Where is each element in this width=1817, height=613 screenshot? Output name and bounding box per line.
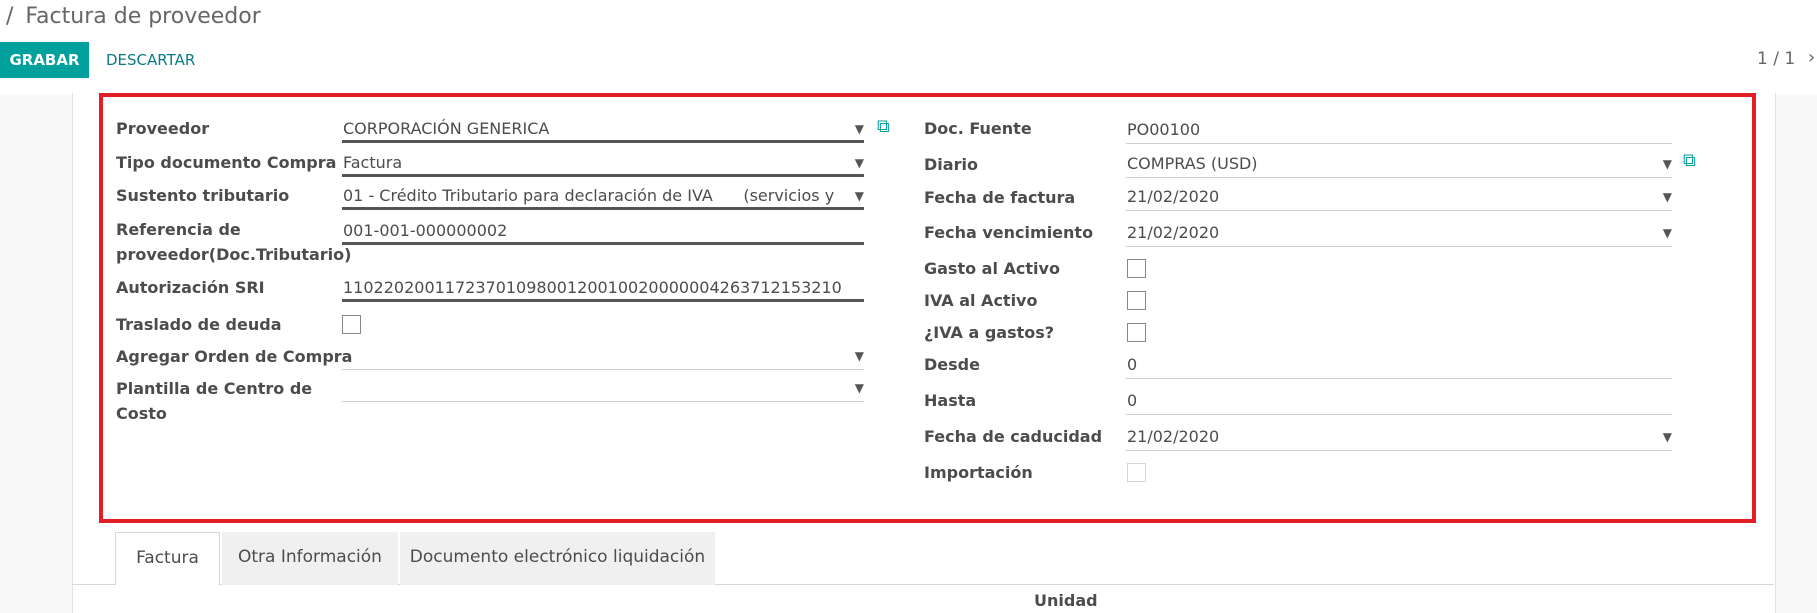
importacion-checkbox bbox=[1127, 463, 1146, 482]
sustento-select[interactable]: 01 - Crédito Tributario para declaración… bbox=[342, 182, 864, 210]
label-fecha-vencimiento: Fecha vencimiento bbox=[924, 223, 1094, 242]
save-button[interactable]: GRABAR bbox=[0, 42, 89, 78]
iva-activo-checkbox[interactable] bbox=[1127, 291, 1146, 310]
plantilla-select[interactable]: ▼ bbox=[342, 374, 864, 402]
label-traslado: Traslado de deuda bbox=[116, 315, 282, 334]
autorizacion-value: 1102202001172370109800120010020000004263… bbox=[343, 278, 842, 297]
proveedor-value: CORPORACIÓN GENERICA bbox=[343, 119, 550, 138]
label-tipo-documento: Tipo documento Compra bbox=[116, 153, 337, 172]
autorizacion-input[interactable]: 1102202001172370109800120010020000004263… bbox=[342, 274, 864, 302]
pager-counter[interactable]: 1 / 1 bbox=[1757, 49, 1795, 69]
sustento-value: 01 - Crédito Tributario para declaración… bbox=[343, 186, 835, 205]
iva-gastos-checkbox[interactable] bbox=[1127, 323, 1146, 342]
label-plantilla-1: Plantilla de Centro de bbox=[116, 379, 313, 398]
tab-factura[interactable]: Factura bbox=[115, 532, 220, 585]
caret-down-icon[interactable]: ▼ bbox=[855, 149, 864, 174]
caret-down-icon[interactable]: ▼ bbox=[1663, 219, 1672, 246]
label-autorizacion: Autorización SRI bbox=[116, 278, 265, 297]
label-importacion: Importación bbox=[924, 463, 1033, 482]
breadcrumb-separator: / bbox=[6, 4, 14, 29]
label-doc-fuente: Doc. Fuente bbox=[924, 119, 1032, 138]
caret-down-icon[interactable]: ▼ bbox=[1663, 150, 1672, 177]
label-sustento: Sustento tributario bbox=[116, 186, 290, 205]
label-referencia-1: Referencia de bbox=[116, 220, 241, 239]
label-proveedor: Proveedor bbox=[116, 119, 210, 138]
referencia-value: 001-001-000000002 bbox=[343, 221, 508, 240]
orden-compra-select[interactable]: ▼ bbox=[342, 342, 864, 370]
diario-select[interactable]: COMPRAS (USD) ▼ bbox=[1126, 150, 1672, 178]
gasto-activo-checkbox[interactable] bbox=[1127, 259, 1146, 278]
tipo-documento-select[interactable]: Factura ▼ bbox=[342, 149, 864, 177]
table-column-header[interactable]: Unidad bbox=[1034, 591, 1098, 610]
caret-down-icon[interactable]: ▼ bbox=[855, 182, 864, 207]
doc-fuente-value: PO00100 bbox=[1127, 120, 1201, 139]
caret-down-icon[interactable]: ▼ bbox=[855, 115, 864, 140]
control-panel: / Factura de proveedor GRABAR DESCARTAR 1… bbox=[0, 0, 1817, 95]
tab-otra-informacion[interactable]: Otra Información bbox=[222, 532, 398, 585]
label-hasta: Hasta bbox=[924, 391, 977, 410]
label-diario: Diario bbox=[924, 155, 978, 174]
label-orden-compra: Agregar Orden de Compra bbox=[116, 347, 353, 366]
label-fecha-factura: Fecha de factura bbox=[924, 188, 1076, 207]
hasta-input[interactable]: 0 bbox=[1126, 387, 1672, 415]
traslado-checkbox[interactable] bbox=[342, 315, 361, 334]
fecha-caducidad-input[interactable]: 21/02/2020 ▼ bbox=[1126, 423, 1672, 451]
page-title: Factura de proveedor bbox=[25, 4, 261, 29]
label-gasto-activo: Gasto al Activo bbox=[924, 259, 1060, 278]
external-link-icon[interactable]: ⧉ bbox=[1683, 150, 1696, 171]
fecha-factura-value: 21/02/2020 bbox=[1127, 187, 1220, 206]
breadcrumb: / Factura de proveedor bbox=[6, 4, 261, 29]
label-iva-gastos: ¿IVA a gastos? bbox=[924, 323, 1055, 342]
referencia-input[interactable]: 001-001-000000002 bbox=[342, 217, 864, 245]
label-desde: Desde bbox=[924, 355, 980, 374]
label-iva-activo: IVA al Activo bbox=[924, 291, 1038, 310]
proveedor-select[interactable]: CORPORACIÓN GENERICA ▼ bbox=[342, 115, 864, 143]
label-plantilla-2: Costo bbox=[116, 404, 167, 423]
hasta-value: 0 bbox=[1127, 391, 1138, 410]
external-link-icon[interactable]: ⧉ bbox=[877, 116, 890, 137]
doc-fuente-input[interactable]: PO00100 bbox=[1126, 116, 1672, 144]
tipo-documento-value: Factura bbox=[343, 153, 403, 172]
caret-down-icon[interactable]: ▼ bbox=[855, 374, 864, 401]
discard-button[interactable]: DESCARTAR bbox=[96, 42, 205, 78]
label-fecha-caducidad: Fecha de caducidad bbox=[924, 427, 1103, 446]
chevron-right-icon[interactable]: › bbox=[1808, 47, 1815, 68]
desde-input[interactable]: 0 bbox=[1126, 351, 1672, 379]
fecha-vencimiento-value: 21/02/2020 bbox=[1127, 223, 1220, 242]
label-referencia-2: proveedor(Doc.Tributario) bbox=[116, 245, 352, 264]
caret-down-icon[interactable]: ▼ bbox=[855, 342, 864, 369]
fecha-vencimiento-input[interactable]: 21/02/2020 ▼ bbox=[1126, 219, 1672, 247]
tab-documento-electronico[interactable]: Documento electrónico liquidación bbox=[400, 532, 715, 585]
caret-down-icon[interactable]: ▼ bbox=[1663, 183, 1672, 210]
fecha-caducidad-value: 21/02/2020 bbox=[1127, 427, 1220, 446]
diario-value: COMPRAS (USD) bbox=[1127, 154, 1258, 173]
desde-value: 0 bbox=[1127, 355, 1138, 374]
fecha-factura-input[interactable]: 21/02/2020 ▼ bbox=[1126, 183, 1672, 211]
caret-down-icon[interactable]: ▼ bbox=[1663, 423, 1672, 450]
